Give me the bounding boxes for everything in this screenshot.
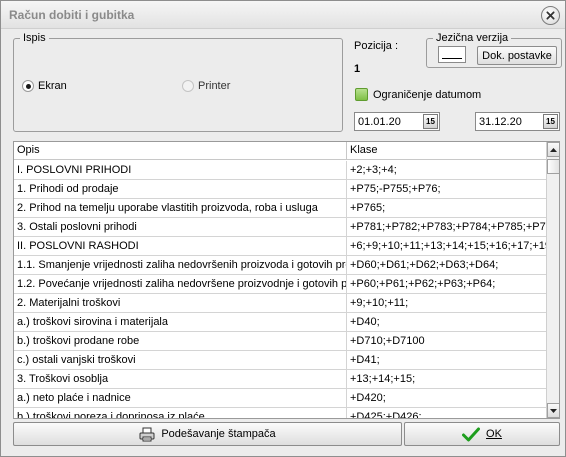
cell-klase: +D60;+D61;+D62;+D63;+D64; <box>350 259 499 271</box>
checkmark-icon <box>462 427 481 441</box>
radio-ekran[interactable]: Ekran <box>22 80 67 92</box>
arrow-down-icon <box>550 408 557 413</box>
print-setup-label: Podešavanje štampača <box>161 428 276 440</box>
table-row[interactable]: I. POSLOVNI PRIHODI +2;+3;+4; <box>14 161 546 180</box>
cell-klase: +D41; <box>350 354 380 366</box>
table-row[interactable]: a.) troškovi sirovina i materijala +D40; <box>14 313 546 332</box>
table-row[interactable]: 1.2. Povećanje vrijednosti zaliha nedovr… <box>14 275 546 294</box>
table-row[interactable]: 2. Materijalni troškovi +9;+10;+11; <box>14 294 546 313</box>
pozicija-label: Pozicija : <box>354 40 399 52</box>
scroll-up-button[interactable] <box>547 142 559 157</box>
table-header: Opis Klase <box>14 142 546 160</box>
pozicija-value: 1 <box>354 63 361 75</box>
ogranicenje-datumom-label: Ograničenje datumom <box>373 88 482 101</box>
cell-opis: 2. Prihod na temelju uporabe vlastitih p… <box>14 199 347 217</box>
table-row[interactable]: c.) ostali vanjski troškovi +D41; <box>14 351 546 370</box>
date-from-input[interactable]: 01.01.20 15 <box>354 112 440 131</box>
jezicna-verzija-legend: Jezična verzija <box>436 32 509 44</box>
close-icon <box>546 11 555 20</box>
ok-label: OK <box>486 428 502 440</box>
cell-opis: II. POSLOVNI RASHODI <box>14 237 347 255</box>
vertical-scrollbar[interactable] <box>546 142 559 418</box>
cell-klase: +P75;-P755;+P76; <box>350 183 441 195</box>
cell-klase: +13;+14;+15; <box>350 373 416 385</box>
ispis-legend: Ispis <box>23 32 46 44</box>
cell-opis: 2. Materijalni troškovi <box>14 294 347 312</box>
cell-opis: 3. Ostali poslovni prihodi <box>14 218 347 236</box>
radio-printer-label: Printer <box>198 80 231 92</box>
ok-button[interactable]: OK <box>404 422 560 446</box>
cell-opis: b.) troškovi poreza i doprinosa iz plaće <box>14 408 347 418</box>
date-from-value: 01.01.20 <box>358 116 401 128</box>
classes-table: Opis Klase I. POSLOVNI PRIHODI +2;+3;+4; 1… <box>13 141 560 419</box>
dok-postavke-button[interactable]: Dok. postavke <box>477 46 557 65</box>
cell-klase: +6;+9;+10;+11;+13;+14;+15;+16;+17;+19 <box>350 240 546 252</box>
scrollbar-thumb[interactable] <box>547 159 559 174</box>
cell-opis: c.) ostali vanjski troškovi <box>14 351 347 369</box>
cell-opis: 1. Prihodi od prodaje <box>14 180 347 198</box>
radio-ekran-dot[interactable] <box>22 80 34 92</box>
cell-opis: 3. Troškovi osoblja <box>14 370 347 388</box>
calendar-icon[interactable]: 15 <box>423 114 438 129</box>
cell-opis: a.) neto plaće i nadnice <box>14 389 347 407</box>
cell-opis: b.) troškovi prodane robe <box>14 332 347 350</box>
table-body: I. POSLOVNI PRIHODI +2;+3;+4; 1. Prihodi o… <box>14 161 546 419</box>
column-header-klase[interactable]: Klase <box>347 142 378 160</box>
date-to-value: 31.12.20 <box>479 116 522 128</box>
cell-klase: +D40; <box>350 316 380 328</box>
cell-klase: +9;+10;+11; <box>350 297 409 309</box>
table-row[interactable]: b.) troškovi poreza i doprinosa iz plaće… <box>14 408 546 419</box>
ogranicenje-datumom-checkbox[interactable]: Ograničenje datumom <box>355 88 481 101</box>
column-header-opis[interactable]: Opis <box>14 142 347 160</box>
cell-opis: 1.1. Smanjenje vrijednosti zaliha nedovr… <box>14 256 347 274</box>
window-title: Račun dobiti i gubitka <box>9 8 135 22</box>
printer-icon <box>139 427 155 441</box>
table-row[interactable]: 2. Prihod na temelju uporabe vlastitih p… <box>14 199 546 218</box>
cell-opis: 1.2. Povećanje vrijednosti zaliha nedovr… <box>14 275 347 293</box>
radio-printer[interactable]: Printer <box>182 80 230 92</box>
title-bar: Račun dobiti i gubitka <box>1 1 565 29</box>
table-row[interactable]: 3. Ostali poslovni prihodi +P781;+P782;+P… <box>14 218 546 237</box>
report-window: Račun dobiti i gubitka Ispis Ekran Print… <box>0 0 566 457</box>
cell-klase: +D710;+D7100 <box>350 335 425 347</box>
cell-klase: +2;+3;+4; <box>350 164 397 176</box>
cell-klase: +D420; <box>350 392 386 404</box>
close-button[interactable] <box>541 6 560 25</box>
table-row[interactable]: 1.1. Smanjenje vrijednosti zaliha nedovr… <box>14 256 546 275</box>
print-setup-button[interactable]: Podešavanje štampača <box>13 422 402 446</box>
table-row[interactable]: b.) troškovi prodane robe +D710;+D7100 <box>14 332 546 351</box>
radio-printer-dot[interactable] <box>182 80 194 92</box>
cell-opis: I. POSLOVNI PRIHODI <box>14 161 347 179</box>
cell-klase: +P765; <box>350 202 386 214</box>
cell-klase: +D425;+D426; <box>350 411 422 419</box>
radio-ekran-label: Ekran <box>38 80 67 92</box>
date-to-input[interactable]: 31.12.20 15 <box>475 112 560 131</box>
calendar-icon[interactable]: 15 <box>543 114 558 129</box>
table-row[interactable]: a.) neto plaće i nadnice +D420; <box>14 389 546 408</box>
cell-klase: +P781;+P782;+P783;+P784;+P785;+P78 <box>350 221 546 233</box>
cell-opis: a.) troškovi sirovina i materijala <box>14 313 347 331</box>
scroll-down-button[interactable] <box>547 403 559 418</box>
arrow-up-icon <box>550 147 557 152</box>
table-row[interactable]: 3. Troškovi osoblja +13;+14;+15; <box>14 370 546 389</box>
table-row[interactable]: II. POSLOVNI RASHODI +6;+9;+10;+11;+13;+1… <box>14 237 546 256</box>
checkbox-box[interactable] <box>355 88 368 101</box>
cell-klase: +P60;+P61;+P62;+P63;+P64; <box>350 278 496 290</box>
table-row[interactable]: 1. Prihodi od prodaje +P75;-P755;+P76; <box>14 180 546 199</box>
language-input[interactable] <box>438 46 466 63</box>
